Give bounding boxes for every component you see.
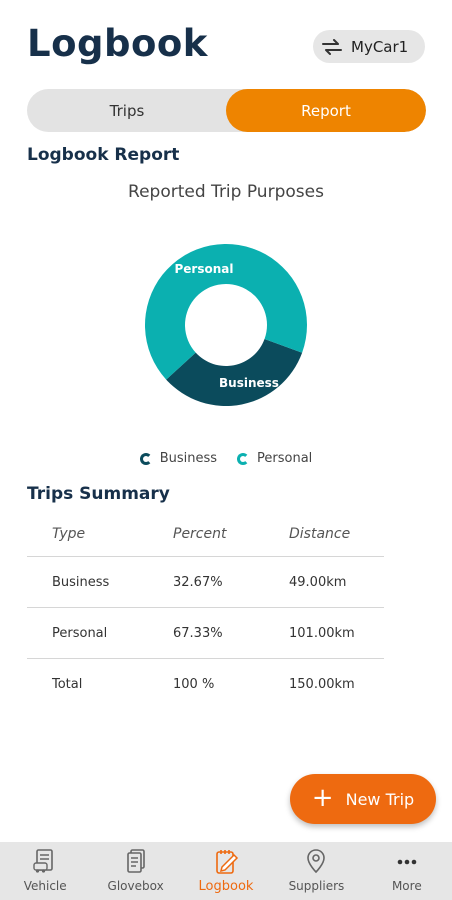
bottom-nav: Vehicle Glovebox Logbook Suppliers More	[0, 842, 452, 900]
legend-label: Personal	[257, 451, 313, 466]
nav-item-more[interactable]: More	[362, 842, 452, 900]
glovebox-documents-icon	[126, 849, 145, 873]
swap-arrows-icon	[322, 38, 342, 55]
car-name: MyCar1	[351, 37, 409, 56]
report-heading: Logbook Report	[27, 145, 180, 165]
table-row: Personal 67.33% 101.00km	[27, 608, 384, 659]
summary-heading: Trips Summary	[27, 484, 170, 504]
nav-label: Logbook	[198, 879, 254, 894]
table-cell: 150.00km	[289, 677, 355, 692]
legend-item-business[interactable]: Business	[139, 451, 218, 466]
trip-purpose-donut-chart: Business Personal	[145, 244, 307, 406]
table-cell: 100 %	[173, 677, 215, 692]
slice-label: Business	[219, 376, 279, 390]
trips-summary-table: Type Percent Distance Business 32.67% 49…	[27, 511, 384, 710]
tab-report[interactable]: Report	[226, 89, 426, 132]
plus-icon: +	[311, 783, 334, 813]
nav-label: Vehicle	[23, 879, 67, 893]
chart-title: Reported Trip Purposes	[128, 182, 324, 202]
nav-label: More	[391, 879, 422, 893]
column-header: Percent	[173, 525, 227, 542]
map-pin-icon	[307, 849, 326, 874]
table-cell: 101.00km	[289, 625, 355, 641]
table-row: Business 32.67% 49.00km	[27, 557, 384, 608]
table-cell: Personal	[52, 625, 108, 641]
view-toggle: Trips Report	[27, 89, 426, 132]
new-trip-label: New Trip	[345, 789, 415, 809]
column-header: Distance	[289, 525, 351, 542]
table-header-row: Type Percent Distance	[27, 511, 384, 557]
logbook-edit-icon	[216, 850, 239, 874]
legend-label: Business	[159, 451, 218, 466]
nav-label: Suppliers	[288, 879, 345, 893]
more-dots-icon	[397, 859, 417, 865]
car-switch-button[interactable]: MyCar1	[313, 30, 425, 63]
new-trip-button[interactable]: + New Trip	[290, 774, 436, 824]
table-cell: 32.67%	[173, 574, 223, 590]
nav-item-vehicle[interactable]: Vehicle	[0, 842, 90, 900]
slice-label: Personal	[175, 262, 234, 276]
nav-item-glovebox[interactable]: Glovebox	[90, 842, 180, 900]
table-cell: Business	[52, 574, 110, 590]
nav-item-logbook[interactable]: Logbook	[181, 842, 271, 900]
table-cell: Total	[52, 677, 83, 692]
nav-item-suppliers[interactable]: Suppliers	[271, 842, 361, 900]
tab-trips[interactable]: Trips	[27, 89, 227, 132]
table-row: Total 100 % 150.00km	[27, 659, 384, 710]
table-cell: 49.00km	[289, 574, 347, 590]
page-title: Logbook	[27, 22, 208, 65]
table-cell: 67.33%	[173, 625, 223, 641]
nav-label: Glovebox	[107, 879, 164, 893]
chart-legend: Business Personal	[0, 451, 452, 466]
column-header: Type	[52, 525, 86, 542]
vehicle-document-icon	[33, 849, 54, 873]
personal-swatch-icon	[237, 452, 250, 465]
legend-item-personal[interactable]: Personal	[237, 451, 312, 466]
business-swatch-icon	[139, 452, 152, 465]
